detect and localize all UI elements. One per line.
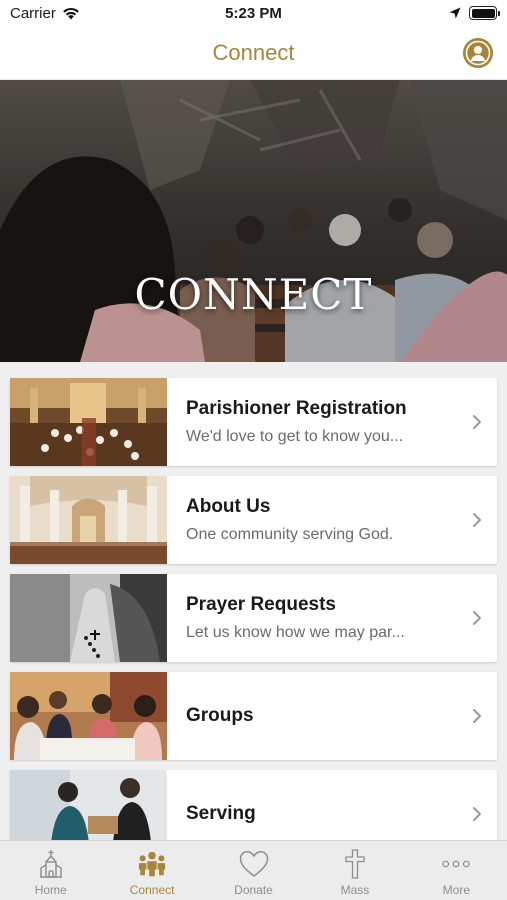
list-item-subtitle: Let us know how we may par... — [186, 624, 405, 641]
tab-donate[interactable]: Donate — [203, 841, 304, 900]
profile-button[interactable] — [463, 38, 493, 68]
battery-icon — [469, 6, 500, 20]
chevron-right-icon — [457, 770, 497, 840]
tab-label: Mass — [340, 883, 370, 897]
status-time: 5:23 PM — [225, 5, 282, 22]
heart-icon — [239, 848, 269, 880]
tab-label: Home — [34, 883, 67, 897]
list-item-title: About Us — [186, 496, 271, 517]
tab-more[interactable]: More — [406, 841, 507, 900]
thumbnail-church-altar — [10, 476, 167, 564]
hero-banner: CONNECT — [0, 80, 507, 362]
tab-bar: Home Connect Donate Mass More — [0, 840, 507, 900]
page-title: Connect — [212, 40, 295, 65]
church-icon — [36, 848, 66, 880]
list-item-prayer-requests[interactable]: Prayer Requests Let us know how we may p… — [10, 574, 497, 662]
list-item-title: Prayer Requests — [186, 594, 336, 615]
list-item-title: Serving — [186, 803, 256, 824]
thumbnail-women-group — [10, 672, 167, 760]
person-circle-icon — [463, 38, 493, 68]
more-dots-icon — [441, 848, 471, 880]
people-icon — [137, 848, 167, 880]
list-item-title: Groups — [186, 705, 254, 726]
thumbnail-praying-hands — [10, 574, 167, 662]
list-item-serving[interactable]: Serving — [10, 770, 497, 840]
chevron-right-icon — [457, 574, 497, 662]
chevron-right-icon — [457, 378, 497, 466]
list-item-about-us[interactable]: About Us One community serving God. — [10, 476, 497, 564]
status-bar: Carrier 5:23 PM — [0, 0, 507, 30]
tab-label: More — [442, 883, 470, 897]
list-item-text: Parishioner Registration We'd love to ge… — [167, 378, 457, 466]
location-arrow-icon — [449, 7, 461, 19]
chevron-right-icon — [457, 476, 497, 564]
hero-church-photo — [0, 80, 507, 362]
tab-connect[interactable]: Connect — [101, 841, 202, 900]
list-item-title: Parishioner Registration — [186, 398, 407, 419]
navigation-header: Connect — [0, 30, 507, 80]
list-item-parishioner-registration[interactable]: Parishioner Registration We'd love to ge… — [10, 378, 497, 466]
list-item-text: About Us One community serving God. — [167, 476, 457, 564]
list-item-text: Serving — [167, 770, 457, 840]
thumbnail-church-interior — [10, 378, 167, 466]
list-item-subtitle: One community serving God. — [186, 526, 394, 543]
thumbnail-volunteers — [10, 770, 167, 840]
connect-list: Parishioner Registration We'd love to ge… — [0, 362, 507, 840]
tab-mass[interactable]: Mass — [304, 841, 405, 900]
tab-label: Connect — [129, 883, 175, 897]
list-item-text: Groups — [167, 672, 457, 760]
list-item-text: Prayer Requests Let us know how we may p… — [167, 574, 457, 662]
list-item-subtitle: We'd love to get to know you... — [186, 428, 404, 445]
status-indicators — [449, 6, 500, 20]
tab-label: Donate — [234, 883, 273, 897]
cross-icon — [340, 848, 370, 880]
tab-home[interactable]: Home — [0, 841, 101, 900]
hero-title: CONNECT — [134, 270, 373, 319]
list-item-groups[interactable]: Groups — [10, 672, 497, 760]
chevron-right-icon — [457, 672, 497, 760]
